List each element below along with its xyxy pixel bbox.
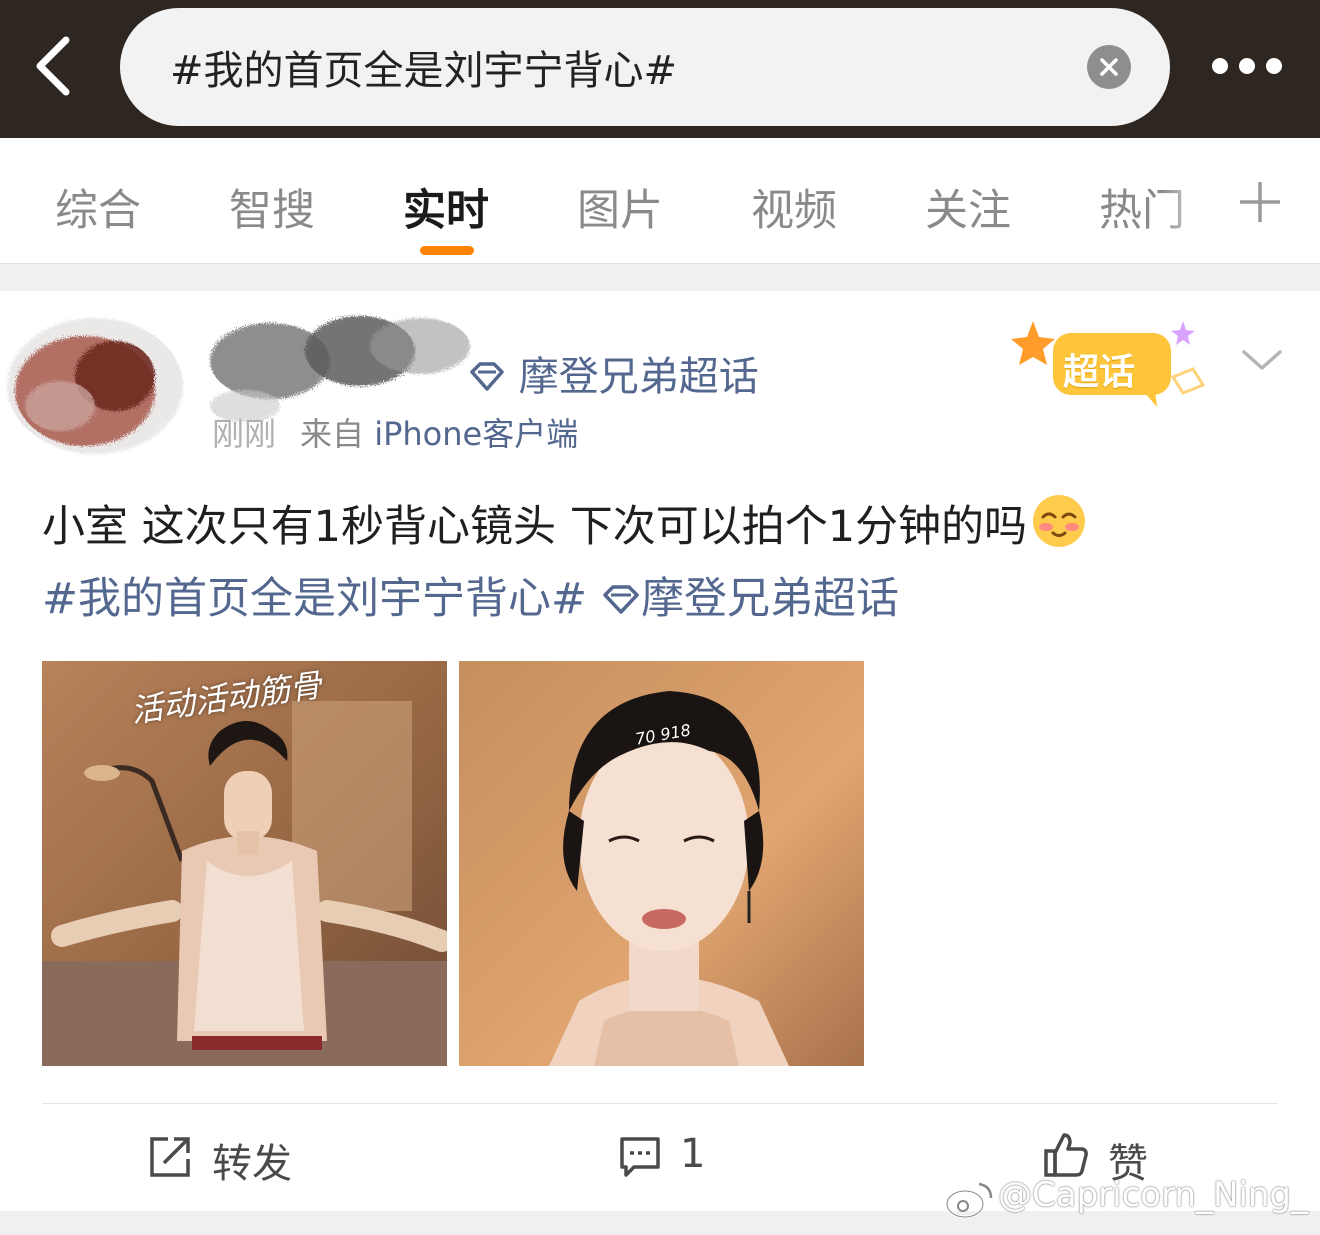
tab-fade	[1160, 168, 1220, 238]
super-topic-label: 超话	[1063, 352, 1136, 393]
diamond-icon	[470, 362, 504, 391]
post-menu-button[interactable]	[1240, 346, 1284, 374]
back-button[interactable]	[30, 34, 80, 98]
repost-label: 转发	[212, 1141, 292, 1187]
more-options-button[interactable]	[1208, 56, 1282, 78]
chevron-down-icon	[1242, 350, 1282, 370]
active-tab-indicator	[420, 246, 474, 255]
chevron-left-icon	[36, 36, 70, 96]
post-time: 刚刚	[212, 415, 277, 453]
post-image-2[interactable]: 70 918	[459, 661, 864, 1066]
comment-button[interactable]: 1	[618, 1129, 718, 1185]
comment-icon	[620, 1137, 660, 1177]
channel-link-label: 摩登兄弟超话	[641, 574, 900, 624]
photo-image	[459, 661, 864, 1066]
weibo-logo-icon	[945, 1182, 993, 1219]
add-tab-button[interactable]	[1236, 178, 1284, 226]
post-card: 摩登兄弟超话 刚刚 来自 iPhone客户端 超话 小室 这次只有1秒背心镜头 …	[0, 291, 1320, 1211]
photo-image	[42, 661, 447, 1066]
tab-all[interactable]: 综合	[55, 176, 141, 238]
tab-realtime[interactable]: 实时	[403, 176, 489, 238]
tab-videos[interactable]: 视频	[751, 176, 837, 238]
watermark-text: @Capricorn_Ning_	[998, 1175, 1309, 1215]
channel-name-label: 摩登兄弟超话	[518, 354, 759, 400]
post-channel-inline-link[interactable]: 摩登兄弟超话	[601, 574, 899, 624]
source-prefix: 来自	[300, 415, 365, 453]
thumbs-up-icon	[1044, 1133, 1088, 1177]
search-query: #我的首页全是刘宇宁背心#	[170, 48, 678, 94]
section-gap	[0, 263, 1320, 291]
post-body: 小室 这次只有1秒背心镜头 下次可以拍个1分钟的吗 #我的首页全是刘宇宁背心# …	[42, 491, 1272, 635]
action-divider	[42, 1103, 1278, 1104]
diamond-icon	[603, 585, 639, 614]
clear-search-button[interactable]	[1087, 45, 1131, 89]
tab-images[interactable]: 图片	[577, 176, 663, 238]
tab-following[interactable]: 关注	[925, 176, 1011, 238]
repost-icon	[150, 1137, 190, 1177]
search-input[interactable]: #我的首页全是刘宇宁背心#	[120, 8, 1170, 126]
super-topic-badge[interactable]: 超话	[1005, 319, 1215, 419]
comment-count: 1	[680, 1131, 706, 1177]
repost-button[interactable]: 转发	[148, 1129, 308, 1187]
source-client: iPhone客户端	[374, 415, 579, 453]
post-text: 小室 这次只有1秒背心镜头 下次可以拍个1分钟的吗	[42, 502, 1028, 552]
plus-icon	[1240, 182, 1280, 222]
top-search-bar: #我的首页全是刘宇宁背心#	[0, 0, 1320, 138]
post-image-1[interactable]: 活动活动筋骨	[42, 661, 447, 1066]
more-dots-icon	[1212, 58, 1228, 74]
close-icon	[1100, 58, 1118, 76]
post-channel-link[interactable]: 摩登兄弟超话	[468, 344, 759, 402]
post-topic-link[interactable]: #我的首页全是刘宇宁背心#	[42, 574, 587, 624]
tab-smart-search[interactable]: 智搜	[229, 176, 315, 238]
search-tabs: 综合 智搜 实时 图片 视频 关注 热门	[0, 138, 1320, 263]
post-source: 来自 iPhone客户端	[300, 409, 578, 455]
blushing-emoji-icon	[1033, 495, 1086, 547]
